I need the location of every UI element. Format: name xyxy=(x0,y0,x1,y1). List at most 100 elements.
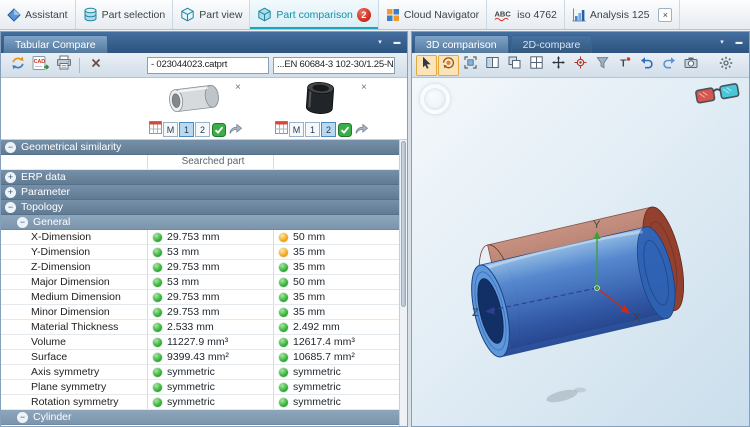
value-cell: 29.753 mm xyxy=(147,260,273,274)
text-filter-icon: T xyxy=(618,56,631,74)
cell-value: 35 mm xyxy=(293,290,325,304)
cell-value: 29.753 mm xyxy=(167,305,220,319)
fit-view-button[interactable] xyxy=(460,55,481,76)
collapse-icon[interactable]: − xyxy=(5,202,16,213)
settings-gear-button[interactable] xyxy=(715,55,736,76)
mode-2-button[interactable]: 2 xyxy=(195,122,210,137)
compared-cylinders xyxy=(460,203,693,360)
cad-export-button[interactable]: CAD xyxy=(30,55,51,76)
tab-analysis-125[interactable]: Analysis 125 × xyxy=(565,0,681,29)
close-button[interactable] xyxy=(85,55,106,76)
compare-table: −Geometrical similaritySearched part+ERP… xyxy=(1,140,407,426)
status-match-icon xyxy=(279,338,288,347)
section-topology[interactable]: −Topology xyxy=(1,200,407,215)
status-match-icon xyxy=(153,368,162,377)
section-erp-data[interactable]: +ERP data xyxy=(1,170,407,185)
cell-value: symmetric xyxy=(167,395,215,409)
tab-label: Part selection xyxy=(102,9,166,21)
panel-minimize-icon[interactable]: ▬ xyxy=(732,35,746,49)
collapse-icon[interactable]: − xyxy=(17,412,28,423)
section-cylinder[interactable]: −Cylinder xyxy=(1,410,407,425)
mode-1-button[interactable]: 1 xyxy=(179,122,194,137)
accept-icon[interactable] xyxy=(338,123,352,137)
tab-iso-4762[interactable]: ABCiso 4762 xyxy=(487,0,565,29)
print-icon xyxy=(56,55,72,75)
part-thumbnail-cell: × xyxy=(147,78,273,120)
apply-arrow-icon[interactable] xyxy=(354,123,369,136)
tab-part-selection[interactable]: Part selection xyxy=(76,0,174,29)
panel-menu-icon[interactable]: ▾ xyxy=(715,35,729,49)
section-general[interactable]: −General xyxy=(1,215,407,230)
cell-value: symmetric xyxy=(293,380,341,394)
panel-minimize-icon[interactable]: ▬ xyxy=(390,35,404,49)
overlay-view-button[interactable] xyxy=(504,55,525,76)
remove-part-icon[interactable]: × xyxy=(361,82,367,93)
status-match-icon xyxy=(279,398,288,407)
close-tab-icon[interactable]: × xyxy=(658,8,672,22)
select-button[interactable] xyxy=(416,55,437,76)
value-cell: 50 mm xyxy=(273,230,399,244)
section-geometrical-similarity[interactable]: −Geometrical similarity xyxy=(1,140,407,155)
value-cell: 29.753 mm xyxy=(147,290,273,304)
mode-m-button[interactable]: M xyxy=(163,122,178,137)
print-button[interactable] xyxy=(53,55,74,76)
mode-1-button[interactable]: 1 xyxy=(305,122,320,137)
fit-view-icon xyxy=(464,56,477,74)
tab-cloud-navigator[interactable]: Cloud Navigator xyxy=(379,0,487,29)
tab-2d-compare[interactable]: 2D-compare xyxy=(511,35,593,53)
section-label: Topology xyxy=(21,200,63,214)
text-filter-button[interactable]: T xyxy=(614,55,635,76)
settings-gear-icon xyxy=(719,56,733,75)
tab-assistant[interactable]: Assistant xyxy=(0,0,76,29)
redo-button[interactable] xyxy=(658,55,679,76)
status-match-icon xyxy=(153,263,162,272)
mode-m-button[interactable]: M xyxy=(289,122,304,137)
part-thumbnail-cell: × xyxy=(273,78,399,120)
status-match-icon xyxy=(279,263,288,272)
tab-tabular-compare[interactable]: Tabular Compare xyxy=(3,35,108,53)
value-cell: 9399.43 mm² xyxy=(147,350,273,364)
collapse-icon[interactable]: − xyxy=(17,217,28,228)
svg-text:ABC: ABC xyxy=(495,9,512,18)
funnel-button[interactable] xyxy=(592,55,613,76)
scrollbar-thumb[interactable] xyxy=(401,141,406,307)
apply-arrow-icon[interactable] xyxy=(228,123,243,136)
cell-value: 35 mm xyxy=(293,305,325,319)
undo-button[interactable] xyxy=(636,55,657,76)
collapse-icon[interactable]: − xyxy=(5,142,16,153)
3d-viewport[interactable]: Y X Z xyxy=(412,78,749,426)
rotate-orbit-button[interactable] xyxy=(438,55,459,76)
sync-button[interactable] xyxy=(7,55,28,76)
status-match-icon xyxy=(153,338,162,347)
table-icon xyxy=(275,121,288,139)
vertical-scrollbar[interactable] xyxy=(399,140,407,426)
tab-3d-comparison[interactable]: 3D comparison xyxy=(414,35,509,53)
cell-value: symmetric xyxy=(167,365,215,379)
main-area: Tabular Compare ▾ ▬ CAD - 023044023.catp… xyxy=(0,31,750,427)
expand-icon[interactable]: + xyxy=(5,172,16,183)
remove-part-icon[interactable]: × xyxy=(235,82,241,93)
tab-label: Analysis 125 xyxy=(590,9,650,21)
panel-menu-icon[interactable]: ▾ xyxy=(373,35,387,49)
split-view-button[interactable] xyxy=(482,55,503,76)
table-row: Volume11227.9 mm³12617.4 mm³ xyxy=(1,335,407,350)
tab-part-view[interactable]: Part view xyxy=(173,0,250,29)
value-cell: 53 mm xyxy=(147,275,273,289)
locate-button[interactable] xyxy=(570,55,591,76)
section-parameter[interactable]: +Parameter xyxy=(1,185,407,200)
camera-button[interactable] xyxy=(680,55,701,76)
grid-view-button[interactable] xyxy=(526,55,547,76)
tab-part-comparison[interactable]: Part comparison2 xyxy=(250,0,378,29)
expand-icon[interactable]: + xyxy=(5,187,16,198)
move-button[interactable] xyxy=(548,55,569,76)
status-match-icon xyxy=(279,368,288,377)
part-name-field[interactable]: - 023044023.catprt xyxy=(147,57,269,74)
accept-icon[interactable] xyxy=(212,123,226,137)
3d-toolbar: T xyxy=(412,53,749,78)
mode-2-button[interactable]: 2 xyxy=(321,122,336,137)
table-row: Y-Dimension53 mm35 mm xyxy=(1,245,407,260)
status-match-icon xyxy=(279,278,288,287)
part-name-field[interactable]: ...EN 60684-3 102-30/1.25-NC xyxy=(273,57,395,74)
value-cell: 50 mm xyxy=(273,275,399,289)
move-icon xyxy=(552,56,565,74)
